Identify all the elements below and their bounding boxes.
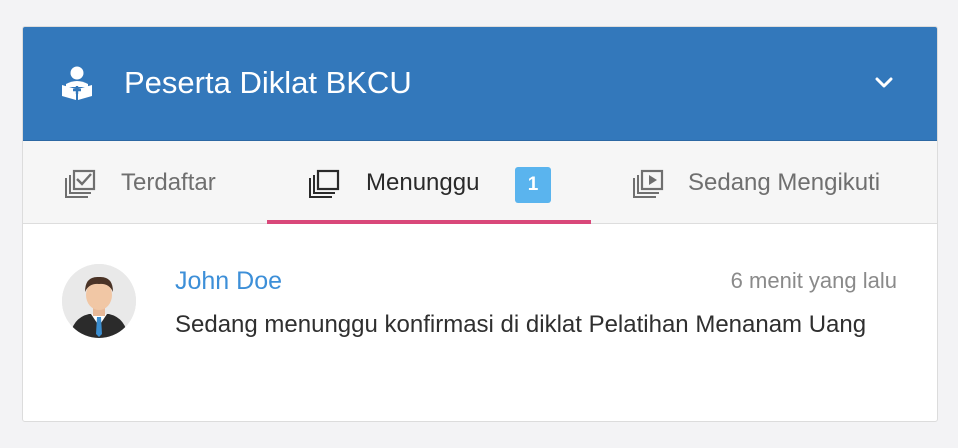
tab-menunggu[interactable]: Menunggu 1: [267, 141, 591, 224]
panel-header: Peserta Diklat BKCU: [23, 27, 937, 141]
stacked-cards-icon: [306, 168, 340, 200]
tab-label: Terdaftar: [121, 169, 216, 196]
tab-label: Sedang Mengikuti: [688, 169, 881, 196]
checked-cards-icon: [62, 168, 96, 200]
feed-item: John Doe 6 menit yang lalu Sedang menung…: [23, 224, 937, 421]
feed-message: Sedang menunggu konfirmasi di diklat Pel…: [175, 311, 867, 338]
tab-terdaftar[interactable]: Terdaftar: [23, 141, 267, 223]
collapse-button[interactable]: [871, 69, 897, 95]
count-badge: 1: [515, 167, 551, 203]
avatar[interactable]: [62, 264, 136, 338]
user-name-link[interactable]: John Doe: [175, 265, 282, 297]
user-book-icon: [59, 65, 95, 101]
chevron-down-icon: [875, 77, 893, 88]
tab-sedang-mengikuti[interactable]: Sedang Mengikuti: [591, 141, 937, 223]
tab-bar: Terdaftar Menunggu 1 Sedang Mengikuti: [23, 141, 937, 224]
participants-panel: Peserta Diklat BKCU Terdaftar Menunggu 1…: [22, 26, 938, 422]
tab-label: Menunggu: [366, 169, 480, 196]
play-cards-icon: [630, 168, 664, 200]
panel-title: Peserta Diklat BKCU: [124, 65, 412, 100]
timestamp: 6 menit yang lalu: [730, 268, 897, 293]
